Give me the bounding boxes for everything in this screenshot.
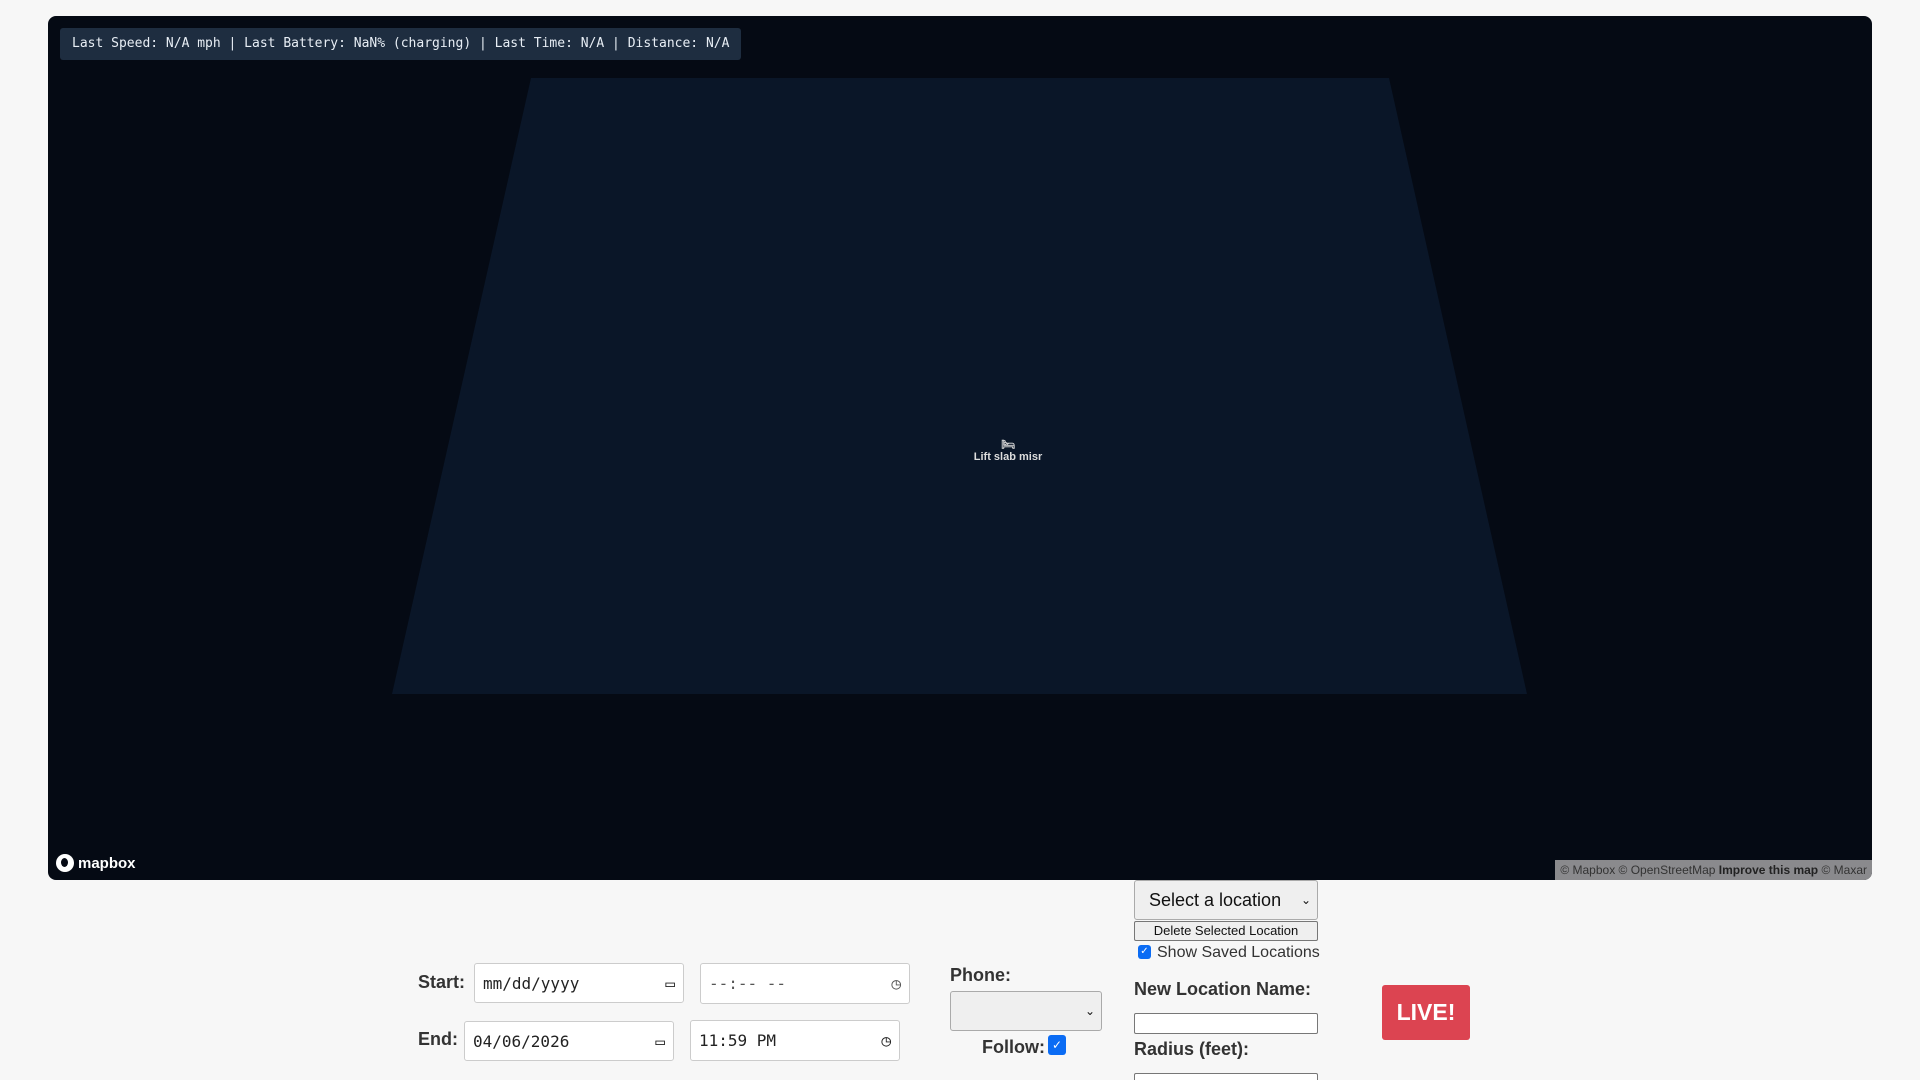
attr-osm[interactable]: © OpenStreetMap xyxy=(1619,863,1716,877)
attr-maxar[interactable]: © Maxar xyxy=(1821,863,1867,877)
chevron-down-icon: ⌄ xyxy=(1300,893,1311,907)
show-saved-checkbox[interactable]: ✓ xyxy=(1138,945,1151,959)
status-bar: Last Speed: N/A mph | Last Battery: NaN%… xyxy=(60,28,742,60)
bed-icon: 🛏 xyxy=(1001,439,1015,451)
map-poi[interactable]: 🛏 Lift slab misr xyxy=(928,438,1088,463)
attribution: © Mapbox © OpenStreetMap Improve this ma… xyxy=(1555,860,1872,880)
new-location-input[interactable] xyxy=(1134,1013,1318,1034)
mapbox-logo[interactable]: mapbox xyxy=(56,854,136,872)
show-saved-label: Show Saved Locations xyxy=(1157,944,1320,961)
clock-icon[interactable]: ◷ xyxy=(891,974,901,993)
end-label: End: xyxy=(418,1029,458,1049)
phone-select[interactable]: ⌄ xyxy=(950,991,1102,1031)
clock-icon[interactable]: ◷ xyxy=(881,1031,891,1050)
improve-map-link[interactable]: Improve this map xyxy=(1719,863,1818,877)
follow-checkbox[interactable]: ✓ xyxy=(1048,1035,1066,1055)
calendar-icon[interactable]: ▭ xyxy=(665,974,675,993)
follow-label: Follow: xyxy=(982,1037,1045,1057)
mapbox-icon xyxy=(56,854,74,872)
calendar-icon[interactable]: ▭ xyxy=(655,1032,665,1051)
chevron-down-icon: ⌄ xyxy=(1084,1004,1095,1018)
location-select[interactable]: Select a location ⌄ xyxy=(1134,880,1318,920)
live-button[interactable]: LIVE! xyxy=(1382,985,1470,1040)
start-time-input[interactable]: --:-- -- ◷ xyxy=(700,963,910,1004)
delete-location-button[interactable]: Delete Selected Location xyxy=(1134,921,1318,941)
start-label: Start: xyxy=(418,972,466,992)
map[interactable]: Last Speed: N/A mph | Last Battery: NaN%… xyxy=(48,16,1872,880)
phone-label: Phone: xyxy=(950,965,1011,985)
radius-input[interactable] xyxy=(1134,1073,1318,1080)
end-date-input[interactable]: 04/06/2026 ▭ xyxy=(464,1021,674,1061)
attr-mapbox[interactable]: © Mapbox xyxy=(1560,863,1615,877)
poi-label: Lift slab misr xyxy=(973,451,1043,463)
new-location-label: New Location Name: xyxy=(1134,979,1312,999)
end-time-input[interactable]: 11:59 PM ◷ xyxy=(690,1020,900,1061)
start-date-input[interactable]: mm/dd/yyyy ▭ xyxy=(474,963,684,1003)
radius-label: Radius (feet): xyxy=(1134,1039,1250,1059)
